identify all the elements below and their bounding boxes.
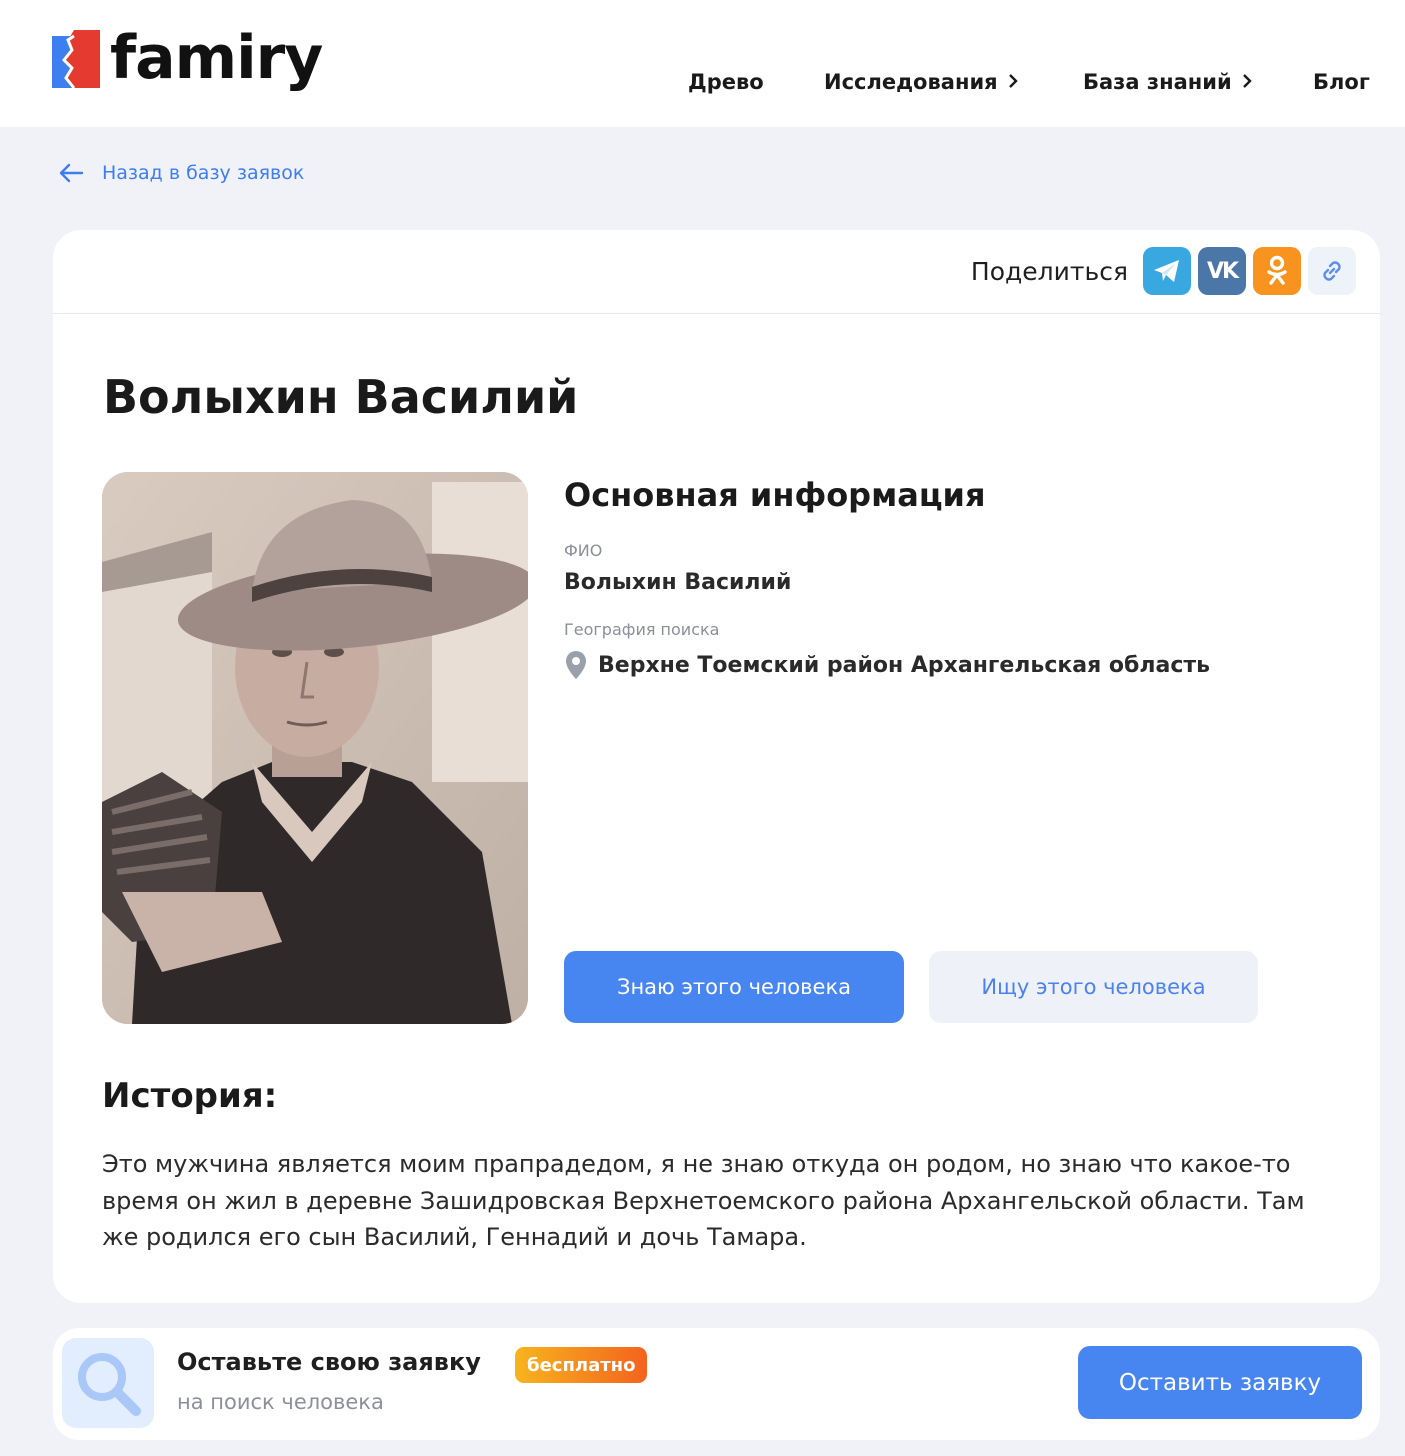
free-badge: бесплатно bbox=[515, 1347, 648, 1383]
vk-icon: VK bbox=[1206, 258, 1239, 284]
nav-blog[interactable]: Блог bbox=[1313, 70, 1370, 94]
request-cta-bar: Оставьте свою заявку бесплатно на поиск … bbox=[53, 1328, 1380, 1440]
person-photo bbox=[102, 472, 528, 1024]
geo-value: Верхне Тоемский район Архангельская обла… bbox=[598, 652, 1211, 678]
site-header: famiry Древо Исследования База знаний Бл… bbox=[0, 0, 1405, 127]
chevron-right-icon bbox=[1008, 70, 1018, 94]
cta-icon-box bbox=[62, 1338, 154, 1428]
telegram-icon bbox=[1154, 260, 1179, 282]
nav-label: Блог bbox=[1313, 70, 1370, 94]
geo-row: Верхне Тоемский район Архангельская обла… bbox=[564, 650, 1210, 680]
person-name-title: Волыхин Василий bbox=[103, 370, 579, 424]
portrait-photo bbox=[102, 472, 528, 1024]
share-bar: Поделиться VK bbox=[53, 230, 1380, 314]
fio-value: Волыхин Василий bbox=[564, 570, 792, 595]
arrow-left-icon bbox=[59, 163, 84, 183]
fio-label: ФИО bbox=[564, 541, 603, 560]
share-ok-button[interactable] bbox=[1253, 247, 1301, 295]
nav-research[interactable]: Исследования bbox=[824, 70, 1018, 94]
share-telegram-button[interactable] bbox=[1143, 247, 1191, 295]
history-title: История: bbox=[102, 1076, 278, 1116]
odnoklassniki-icon bbox=[1267, 255, 1287, 285]
back-to-requests-link[interactable]: Назад в базу заявок bbox=[58, 162, 304, 184]
cta-title: Оставьте свою заявку bbox=[177, 1348, 481, 1376]
famiry-logo[interactable]: famiry bbox=[52, 23, 323, 94]
back-link-label: Назад в базу заявок bbox=[102, 162, 305, 184]
map-pin-icon bbox=[566, 651, 586, 679]
magnifier-icon bbox=[78, 1353, 141, 1416]
chevron-right-icon bbox=[1242, 70, 1252, 94]
person-card: Поделиться VK Волыхин Василий Основная и… bbox=[53, 230, 1380, 1303]
search-person-button[interactable]: Ищу этого человека bbox=[929, 951, 1258, 1023]
nav-drevo[interactable]: Древо bbox=[688, 70, 764, 94]
nav-label: Исследования bbox=[824, 70, 998, 94]
leave-request-button[interactable]: Оставить заявку bbox=[1078, 1346, 1362, 1419]
history-text: Это мужчина является моим прапрадедом, я… bbox=[102, 1150, 1305, 1251]
logo-mark-icon bbox=[52, 30, 102, 94]
know-person-button[interactable]: Знаю этого человека bbox=[564, 951, 904, 1023]
share-label: Поделиться bbox=[970, 257, 1128, 286]
share-vk-button[interactable]: VK bbox=[1198, 247, 1246, 295]
geo-label: География поиска bbox=[564, 620, 720, 639]
logo-text: famiry bbox=[110, 23, 323, 93]
link-icon bbox=[1323, 261, 1341, 281]
nav-label: База знаний bbox=[1083, 70, 1232, 94]
nav-label: Древо bbox=[688, 70, 764, 94]
nav-knowledge-base[interactable]: База знаний bbox=[1083, 70, 1252, 94]
cta-subtitle: на поиск человека bbox=[177, 1390, 384, 1414]
copy-link-button[interactable] bbox=[1308, 247, 1356, 295]
main-info-title: Основная информация bbox=[564, 476, 986, 514]
